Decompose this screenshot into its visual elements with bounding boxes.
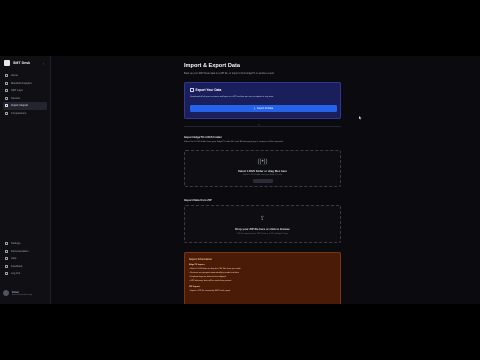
app-logo-icon (4, 60, 10, 66)
export-title-text: Export Your Data (195, 88, 222, 92)
chat-icon (5, 264, 8, 268)
sidebar-item-label: Home (11, 74, 18, 78)
page-subtitle: Back up your SMT Desk data to a ZIP file… (184, 72, 275, 75)
divider-label: or (257, 124, 261, 126)
app-name: SMT Desk (13, 61, 31, 65)
sidebar-item-settings[interactable]: Settings (3, 240, 47, 248)
sidebar-item-label: Comparisons (11, 111, 27, 115)
info-list-item: • Import a ZIP file created by SMT Desk … (189, 290, 231, 292)
sidebar-nav: Home Manifold Analytics SMT Laps Session… (0, 70, 50, 119)
sidebar-item-label: Session (11, 96, 21, 100)
compare-icon (5, 111, 8, 115)
gear-icon (5, 242, 8, 246)
sidebar-item-smt-laps[interactable]: SMT Laps (3, 87, 47, 95)
sidebar-item-home[interactable]: Home (3, 72, 47, 80)
app-window: SMT Desk ‹ Home Manifold Analytics SMT L… (0, 56, 480, 304)
sidebar-item-import-export[interactable]: Import / Export (3, 102, 47, 110)
database-icon (190, 88, 194, 92)
section-divider: or (184, 124, 341, 127)
sidebar-item-comparisons[interactable]: Comparisons (3, 110, 47, 118)
sidebar-item-help[interactable]: Help (3, 255, 47, 263)
brand[interactable]: SMT Desk ‹ (0, 56, 50, 70)
sidebar-item-label: SMT Laps (11, 89, 23, 93)
export-description: Download all of your sessions and laps a… (190, 96, 274, 98)
import-folder-description: Select the LOGS folder from your EdgeTX … (184, 141, 284, 143)
info-title: Import Information (189, 258, 213, 261)
sidebar: SMT Desk ‹ Home Manifold Analytics SMT L… (0, 56, 51, 304)
avatar (3, 290, 9, 296)
collapse-sidebar-icon[interactable]: ‹ (41, 61, 46, 66)
chart-icon (5, 81, 8, 85)
import-information-card: Import Information EdgeTX Import • Selec… (184, 252, 341, 304)
info-list-item: • Select LOGS folder or drag the CSV fil… (189, 268, 241, 270)
info-list-item: • Sessions are grouped automatically by … (189, 272, 239, 274)
clock-icon (5, 96, 8, 100)
sidebar-item-documentation[interactable]: Documentation (3, 248, 47, 256)
import-zip-drop-subtext: ZIP file exported from SMT Desk or a ZIP… (237, 233, 288, 235)
sidebar-item-manifold-analytics[interactable]: Manifold Analytics (3, 80, 47, 88)
export-all-button[interactable]: ⤓ Export All Data (190, 105, 337, 112)
import-folder-title: Import EdgeTX LOGS Folder (184, 135, 222, 139)
export-card: Export Your Data Download all of your se… (184, 82, 341, 119)
import-zip-title: Import Data from ZIP (184, 198, 212, 202)
upload-icon: ⇪ (259, 216, 266, 222)
logout-icon (5, 272, 8, 276)
swap-icon (5, 104, 8, 108)
sidebar-item-label: Import / Export (11, 104, 29, 108)
import-folder-dropzone[interactable]: ((•)) Select LOGS folder or drag files h… (184, 150, 341, 187)
info-list-item: • Duplicate logs are detected and skippe… (189, 276, 226, 278)
sidebar-item-label: Log Out (11, 272, 21, 276)
sidebar-item-label: Help (11, 257, 17, 261)
list-icon (5, 89, 8, 93)
select-folder-button[interactable] (252, 179, 273, 183)
import-zip-dropzone[interactable]: ⇪ Drop your ZIP file here or click to br… (184, 205, 341, 243)
download-icon: ⤓ (253, 106, 256, 110)
book-icon (5, 249, 8, 253)
help-icon (5, 257, 8, 261)
import-folder-drop-subtext: Select LOGS folder from your EdgeTX radi… (242, 174, 283, 176)
sidebar-item-label: Settings (11, 242, 21, 246)
mouse-cursor-icon (359, 116, 362, 120)
import-zip-drop-text: Drop your ZIP file here or click to brow… (235, 227, 290, 231)
info-section-heading: ZIP Import (189, 286, 200, 288)
sidebar-item-label: Documentation (11, 249, 29, 253)
sidebar-item-label: Manifold Analytics (11, 81, 32, 85)
home-icon (5, 74, 8, 78)
info-section-heading: EdgeTX Import (189, 264, 205, 266)
export-button-label: Export All Data (257, 107, 274, 110)
radio-signal-icon: ((•)) (257, 159, 268, 165)
sidebar-item-feedback[interactable]: Feedback (3, 263, 47, 271)
sidebar-item-log-out[interactable]: Log Out (3, 270, 47, 278)
sidebar-item-session[interactable]: Session (3, 95, 47, 103)
export-card-title: Export Your Data (190, 88, 221, 92)
sidebar-item-label: Feedback (11, 264, 23, 268)
main-content: Import & Export Data Back up your SMT De… (51, 56, 480, 304)
sidebar-footer-nav: Settings Documentation Help Feedback Log… (0, 240, 50, 278)
page-title: Import & Export Data (184, 63, 240, 69)
info-list-item: • GPS telemetry data will be used when p… (189, 280, 232, 282)
import-folder-drop-text: Select LOGS folder or drag files here (238, 169, 287, 173)
user-profile[interactable]: Driver driver@smtdesk.app (3, 290, 32, 296)
user-email: driver@smtdesk.app (12, 293, 33, 296)
divider-line (184, 125, 341, 126)
